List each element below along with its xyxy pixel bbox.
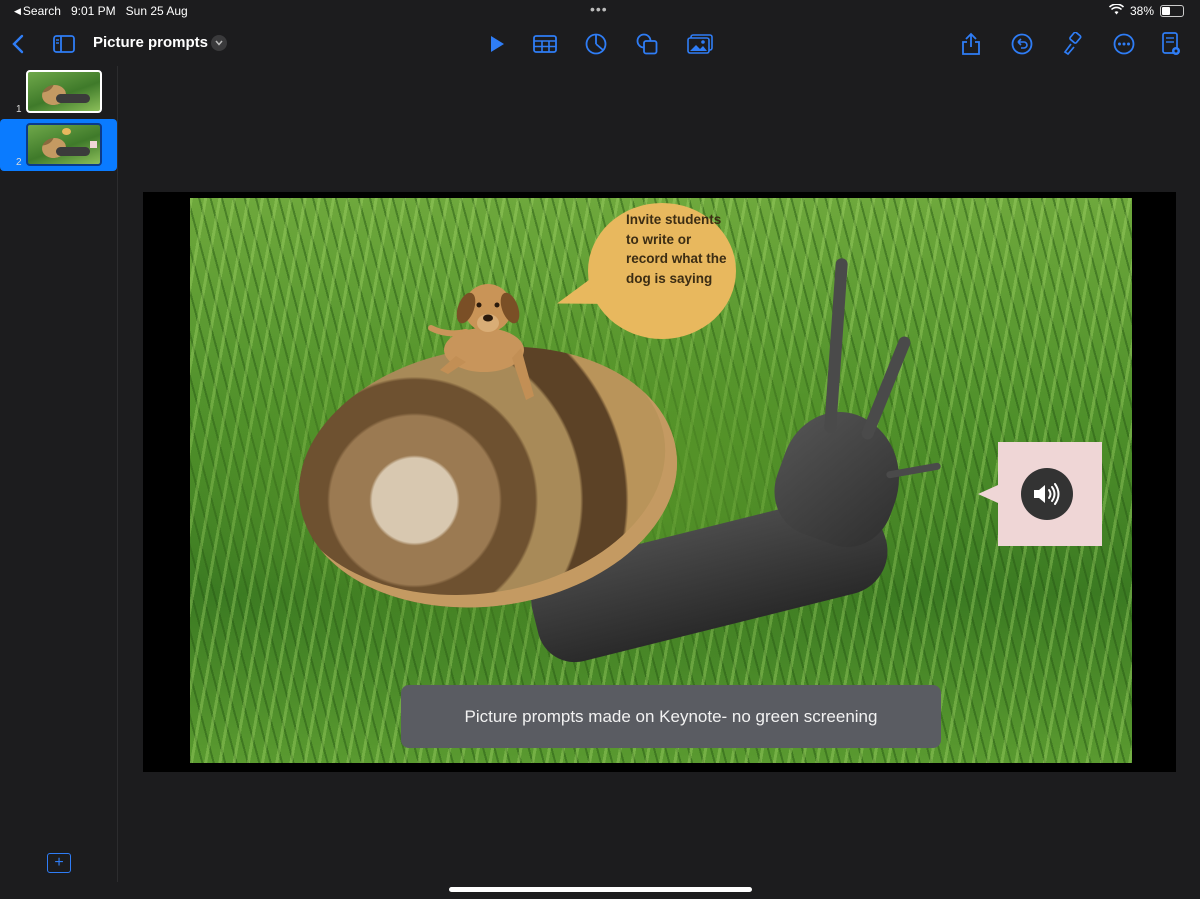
status-right: 38% [1108,3,1184,18]
document-icon[interactable] [1157,30,1185,58]
shapes-icon[interactable] [633,30,661,58]
status-left: ◀ Search 9:01 PM Sun 25 Aug [14,4,188,18]
back-app-label: Search [22,4,61,18]
status-date: Sun 25 Aug [125,4,188,18]
home-indicator[interactable] [449,887,752,892]
sidebar-icon[interactable] [50,30,78,58]
slide[interactable]: Invite students to write or record what … [190,198,1132,763]
undo-icon[interactable] [1008,30,1036,58]
slide-number: 2 [16,157,22,168]
table-icon[interactable] [531,30,559,58]
battery-percent: 38% [1129,4,1154,18]
snail-tentacle-image [823,257,849,434]
add-slide-button[interactable]: + [47,853,71,873]
audio-play-button[interactable] [1021,468,1073,520]
multitasking-dots-icon[interactable]: ••• [590,1,608,17]
media-icon[interactable] [686,30,714,58]
status-time: 9:01 PM [70,4,116,18]
plus-icon: + [54,854,64,871]
caption-text: Picture prompts made on Keynote- no gree… [464,706,878,726]
audio-bubble-tail [978,485,998,503]
back-triangle-icon: ◀ [14,5,21,16]
slide-navigator: 1 2 + [0,66,118,882]
wifi-icon [1108,3,1125,18]
snail-tentacle-image [859,334,913,442]
speech-bubble-text[interactable]: Invite students to write or record what … [626,210,736,288]
title-menu-chevron-icon[interactable] [211,35,227,51]
status-bar: ◀ Search 9:01 PM Sun 25 Aug ••• 38% [0,0,1200,22]
toolbar: Picture prompts [0,22,1200,66]
document-title[interactable]: Picture prompts [93,34,208,51]
share-icon[interactable] [957,30,985,58]
play-icon[interactable] [483,30,511,58]
slide-thumbnail-2[interactable]: 2 [0,119,117,171]
audio-recording-box[interactable] [998,442,1102,546]
format-brush-icon[interactable] [1059,30,1087,58]
more-icon[interactable] [1110,30,1138,58]
speaker-icon [1034,483,1060,505]
slide-thumbnail-1[interactable]: 1 [0,66,117,118]
slide-number: 1 [16,104,22,115]
back-chevron-icon[interactable] [4,30,32,58]
slide-thumbnail-image [26,123,102,166]
battery-icon [1160,5,1184,17]
back-to-app-link[interactable]: ◀ Search [14,4,61,18]
dog-image[interactable] [426,278,546,408]
slide-thumbnail-image [26,70,102,113]
chart-icon[interactable] [582,30,610,58]
caption-box[interactable]: Picture prompts made on Keynote- no gree… [401,685,941,748]
